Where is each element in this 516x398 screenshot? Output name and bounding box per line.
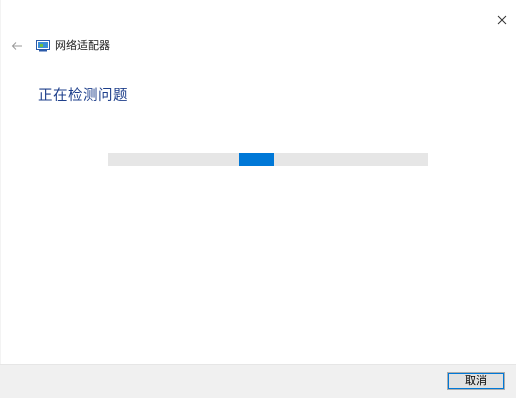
progress-indicator — [239, 153, 275, 166]
title-bar: 网络适配器 — [10, 38, 110, 54]
close-icon — [497, 15, 507, 25]
close-button[interactable] — [488, 10, 516, 30]
back-button[interactable] — [10, 39, 24, 53]
footer-bar: 取消 — [0, 364, 516, 398]
progress-bar — [108, 153, 428, 166]
back-arrow-icon — [11, 42, 22, 50]
troubleshooter-window: 网络适配器 正在检测问题 取消 — [0, 0, 516, 398]
cancel-button[interactable]: 取消 — [447, 372, 505, 390]
page-heading: 正在检测问题 — [38, 88, 128, 104]
focus-ring — [448, 373, 504, 389]
network-adapter-icon — [36, 40, 50, 52]
window-title: 网络适配器 — [55, 39, 110, 52]
window-edge — [0, 0, 1, 398]
